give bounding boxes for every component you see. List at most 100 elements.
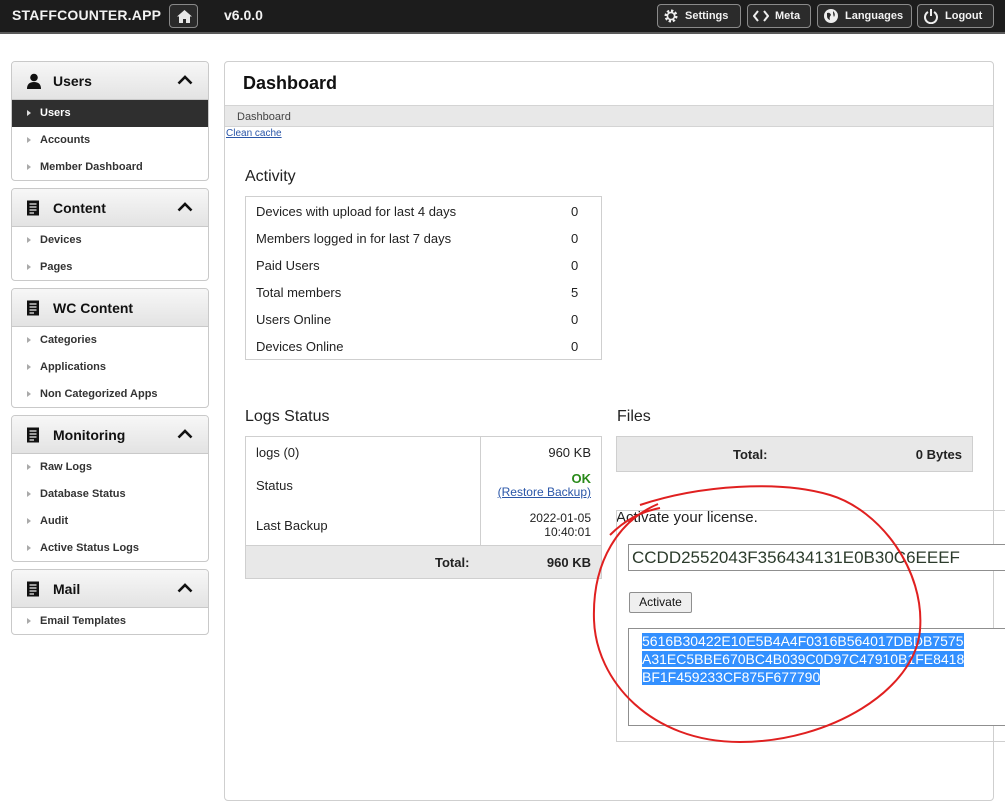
last-backup-time: 10:40:01 [544,525,591,539]
row-label: Devices with upload for last 4 days [256,204,457,219]
last-backup-label: Last Backup [256,518,328,533]
sidebar-item-database-status[interactable]: Database Status [12,481,208,508]
arrow-right-icon [27,545,31,551]
languages-button[interactable]: Languages [817,4,912,28]
arrow-right-icon [27,518,31,524]
panel-header-monitoring[interactable]: Monitoring [12,416,208,454]
top-navbar: STAFFCOUNTER.APP v6.0.0 Settings Meta La… [0,0,1005,34]
document-icon [27,200,39,216]
settings-label: Settings [685,10,729,22]
table-row: Users Online 0 [246,306,601,333]
panel-title: Content [53,200,106,216]
arrow-right-icon [27,137,31,143]
gear-icon [664,9,678,23]
sidebar-item-member-dashboard[interactable]: Member Dashboard [12,154,208,180]
sidebar-item-label: Applications [40,361,107,373]
sidebar-item-audit[interactable]: Audit [12,508,208,535]
logs-size: 960 KB [548,445,591,460]
column-divider [480,437,481,545]
panel-header-users[interactable]: Users [12,62,208,100]
sidebar-item-label: Accounts [40,134,91,146]
logs-label: logs (0) [256,445,300,460]
table-row: Devices Online 0 [246,333,601,360]
arrow-right-icon [27,164,31,170]
sidebar-panel-monitoring: Monitoring Raw Logs Database Status Audi… [11,415,209,562]
files-title: Files [617,408,651,425]
logs-total-row: Total: 960 KB [246,545,601,578]
selected-text-line: A31EC5BBE670BC4B039C0D97C47910B1FE8418 [642,651,965,667]
logout-button[interactable]: Logout [917,4,994,28]
document-icon [27,581,39,597]
sidebar-item-email-templates[interactable]: Email Templates [12,608,208,634]
breadcrumb-item[interactable]: Dashboard [237,111,291,123]
total-label: Total: [435,555,470,570]
code-icon [753,10,769,22]
license-panel: CCDD2552043F356434131E0B30C6EEEF Activat… [616,510,1005,742]
sidebar-panel-users: Users Users Accounts Member Dashboard [11,61,209,181]
files-total-label: Total: [733,447,768,462]
row-value: 0 [571,339,579,354]
sidebar-item-non-categorized-apps[interactable]: Non Categorized Apps [12,381,208,407]
document-icon [27,427,39,443]
sidebar-panel-mail: Mail Email Templates [11,569,209,635]
page-title: Dashboard [243,73,338,93]
power-icon [924,9,938,24]
arrow-right-icon [27,391,31,397]
table-row: Total members 5 [246,279,601,306]
sidebar-item-label: Email Templates [40,615,126,627]
row-value: 0 [571,312,579,327]
panel-title: Users [53,73,92,89]
sidebar-item-users[interactable]: Users [12,100,208,127]
sidebar-item-label: Database Status [40,488,126,500]
sidebar-item-active-status-logs[interactable]: Active Status Logs [12,535,208,561]
arrow-right-icon [27,491,31,497]
home-button[interactable] [169,4,198,28]
sidebar-item-categories[interactable]: Categories [12,327,208,354]
chevron-up-icon[interactable] [177,201,193,212]
clean-cache-link[interactable]: Clean cache [226,128,282,139]
activity-title: Activity [245,168,296,185]
chevron-up-icon[interactable] [177,74,193,85]
panel-title: Mail [53,581,81,597]
home-icon [177,10,192,23]
brand-logo[interactable]: STAFFCOUNTER.APP [12,7,161,23]
main-content: Dashboard Dashboard Clean cache Activity… [224,61,1005,801]
activity-table: Devices with upload for last 4 days 0 Mem… [245,196,602,360]
panel-title: Monitoring [53,427,126,443]
table-row: Devices with upload for last 4 days 0 [246,198,601,225]
app-version: v6.0.0 [224,7,263,23]
chevron-up-icon[interactable] [177,428,193,439]
total-value: 960 KB [546,555,591,570]
sidebar-item-label: Member Dashboard [40,161,143,173]
sidebar-item-devices[interactable]: Devices [12,227,208,254]
chevron-up-icon[interactable] [177,582,193,593]
status-label: Status [256,478,293,493]
panel-header-mail[interactable]: Mail [12,570,208,608]
sidebar-item-accounts[interactable]: Accounts [12,127,208,154]
sidebar-item-label: Non Categorized Apps [40,388,158,400]
user-icon [27,73,41,89]
panel-header-wc-content[interactable]: WC Content [12,289,208,327]
row-value: 0 [571,231,579,246]
files-total-value: 0 Bytes [915,447,962,462]
license-response-textarea[interactable]: 5616B30422E10E5B4A4F0316B564017DBDB7575 … [628,628,1005,726]
panel-title: WC Content [53,300,134,316]
settings-button[interactable]: Settings [657,4,741,28]
restore-backup-link[interactable]: (Restore Backup) [498,485,591,499]
license-key-input[interactable]: CCDD2552043F356434131E0B30C6EEEF [628,544,1005,571]
activate-button[interactable]: Activate [629,592,692,613]
panel-header-content[interactable]: Content [12,189,208,227]
row-value: 0 [571,258,579,273]
logs-status-table: logs (0) 960 KB Status OK (Restore Backu… [245,436,602,579]
sidebar-item-label: Active Status Logs [40,542,140,554]
sidebar-item-label: Categories [40,334,97,346]
row-label: Devices Online [256,339,344,354]
table-row: Paid Users 0 [246,252,601,279]
sidebar-item-raw-logs[interactable]: Raw Logs [12,454,208,481]
sidebar-item-applications[interactable]: Applications [12,354,208,381]
logout-label: Logout [945,10,983,22]
meta-button[interactable]: Meta [747,4,811,28]
languages-label: Languages [845,10,904,22]
sidebar-item-pages[interactable]: Pages [12,254,208,280]
sidebar-item-label: Users [40,107,71,119]
